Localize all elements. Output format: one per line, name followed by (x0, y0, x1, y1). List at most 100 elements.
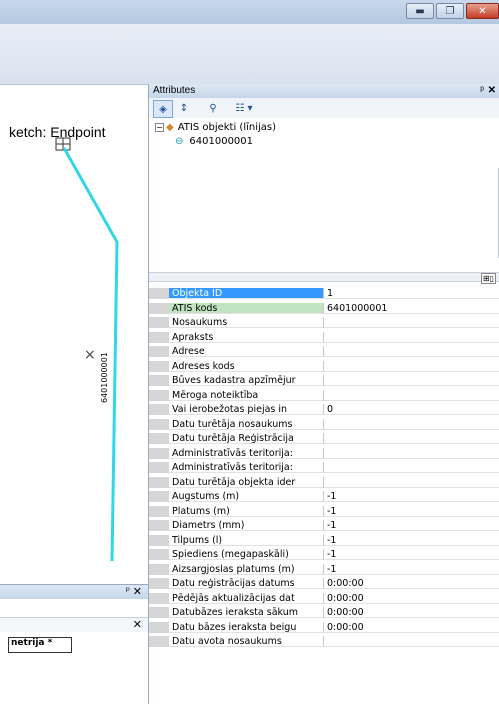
attribute-value[interactable]: 0:00:00 (324, 607, 499, 618)
window-titlebar: ▬ ❐ ✕ (0, 0, 499, 24)
options-menu-icon[interactable]: ☷ ▾ (231, 100, 257, 116)
attribute-value[interactable] (324, 448, 499, 459)
attribute-value[interactable] (324, 462, 499, 473)
attribute-value[interactable]: -1 (324, 491, 499, 502)
attribute-row[interactable]: Adreses kods (149, 360, 499, 372)
geometry-tab[interactable]: netrija * (8, 637, 72, 653)
attribute-name: Vai ierobežotas piejas in (169, 404, 324, 415)
tree-feature-node[interactable]: ⊖ 6401000001 (175, 136, 253, 147)
attribute-value[interactable] (324, 332, 499, 343)
attribute-row[interactable]: Nosaukums (149, 317, 499, 328)
attribute-row[interactable]: Vai ierobežotas piejas in 0 (149, 404, 499, 415)
attribute-row[interactable]: Administratīvās teritorija: (149, 462, 499, 473)
row-gutter (149, 462, 169, 473)
attribute-name: Administratīvās teritorija: (169, 447, 324, 459)
feature-icon: ⊖ (175, 136, 184, 147)
close-icon[interactable]: ✕ (133, 585, 142, 598)
attribute-name: Tilpums (l) (169, 534, 324, 546)
attribute-name: Adrese (169, 346, 324, 357)
attribute-value[interactable]: 0:00:00 (324, 622, 499, 633)
row-gutter (149, 288, 169, 299)
attribute-row[interactable]: Tilpums (l) -1 (149, 534, 499, 546)
attribute-row[interactable]: Datu avota nosaukums (149, 636, 499, 647)
tree-layer-node[interactable]: − ◆ ATIS objekti (līnijas) (155, 122, 276, 133)
pin-icon[interactable]: ᵖ (480, 84, 484, 98)
attribute-row[interactable]: ATIS kods 6401000001 (149, 302, 499, 314)
attribute-row[interactable]: Objekta ID 1 (149, 288, 499, 299)
attribute-name: Diametrs (mm) (169, 520, 324, 531)
attribute-value[interactable] (324, 477, 499, 488)
row-gutter (149, 534, 169, 546)
tree-feature-id: 6401000001 (189, 136, 254, 147)
attribute-name: Adreses kods (169, 360, 324, 372)
attribute-row[interactable]: Datubāzes ieraksta sākum 0:00:00 (149, 607, 499, 618)
attribute-value[interactable] (324, 361, 499, 372)
attribute-name: Mēroga noteiktība (169, 389, 324, 401)
attribute-value[interactable] (324, 636, 499, 647)
sort-icon[interactable]: ↕ (175, 100, 193, 116)
attribute-value[interactable] (324, 375, 499, 386)
row-gutter (149, 520, 169, 531)
attribute-row[interactable]: Mēroga noteiktība (149, 389, 499, 401)
identify-icon[interactable]: ⚲ (201, 100, 225, 116)
row-gutter (149, 418, 169, 430)
attribute-row[interactable]: Aizsargjoslas platums (m) -1 (149, 563, 499, 575)
minimize-icon[interactable]: ▬ (406, 3, 434, 19)
maximize-icon[interactable]: ❐ (436, 3, 464, 19)
attribute-row[interactable]: Diametrs (mm) -1 (149, 520, 499, 531)
attribute-row[interactable]: Datu turētāja nosaukums (149, 418, 499, 430)
feature-tree: − ◆ ATIS objekti (līnijas) ⊖ 6401000001 (149, 118, 499, 298)
bottom-subpanel-header: ✕ (0, 617, 148, 632)
map-canvas[interactable] (0, 85, 148, 585)
layer-icon: ◆ (166, 122, 174, 133)
attribute-value[interactable]: -1 (324, 506, 499, 517)
map-view[interactable]: ketch: Endpoint × 6401000001 (0, 84, 148, 585)
collapse-icon[interactable]: − (155, 123, 164, 132)
attribute-row[interactable]: Datu bāzes ieraksta beigu 0:00:00 (149, 621, 499, 633)
attribute-name: Administratīvās teritorija: (169, 462, 324, 473)
attribute-row[interactable]: Datu turētāja objekta ider (149, 476, 499, 488)
attribute-row[interactable]: Platums (m) -1 (149, 505, 499, 517)
attribute-row[interactable]: Būves kadastra apzīmējur (149, 375, 499, 386)
attribute-row[interactable]: Administratīvās teritorija: (149, 447, 499, 459)
attribute-row[interactable]: Spiediens (megapaskāli) -1 (149, 549, 499, 560)
close-icon[interactable]: ✕ (488, 84, 496, 98)
attribute-name: Datu turētāja objekta ider (169, 476, 324, 488)
row-gutter (149, 621, 169, 633)
attribute-value[interactable] (324, 346, 499, 357)
row-gutter (149, 360, 169, 372)
row-gutter (149, 346, 169, 357)
attribute-value[interactable]: -1 (324, 564, 499, 575)
close-icon[interactable]: ✕ (466, 3, 499, 19)
attribute-value[interactable]: 0:00:00 (324, 578, 499, 589)
pin-icon[interactable]: ᵖ (126, 586, 130, 597)
attribute-value[interactable]: 6401000001 (324, 303, 499, 314)
row-gutter (149, 389, 169, 401)
attribute-value[interactable] (324, 433, 499, 444)
attribute-value[interactable]: -1 (324, 549, 499, 560)
attribute-value[interactable] (324, 317, 499, 328)
attribute-row[interactable]: Adrese (149, 346, 499, 357)
attribute-row[interactable]: Augstums (m) -1 (149, 491, 499, 502)
list-by-layer-icon[interactable]: ◈ (153, 100, 173, 118)
attribute-value[interactable]: 0:00:00 (324, 593, 499, 604)
attribute-row[interactable]: Datu reģistrācijas datums 0:00:00 (149, 578, 499, 589)
attribute-row[interactable]: Pēdējās aktualizācijas dat 0:00:00 (149, 592, 499, 604)
row-gutter (149, 578, 169, 589)
attribute-value[interactable]: 1 (324, 288, 499, 299)
panel-splitter[interactable]: ⊞▯ (149, 272, 499, 284)
attribute-value[interactable]: -1 (324, 520, 499, 531)
cross-marker: × (84, 347, 96, 363)
split-layout-icon[interactable]: ⊞▯ (480, 273, 496, 284)
row-gutter (149, 476, 169, 488)
attribute-value[interactable]: -1 (324, 535, 499, 546)
attribute-value[interactable] (324, 419, 499, 430)
toolbar-area (0, 24, 499, 84)
close-icon[interactable]: ✕ (133, 618, 142, 631)
attribute-value[interactable] (324, 390, 499, 401)
attributes-toolbar: ◈ ↕ ⚲ ☷ ▾ (149, 98, 499, 119)
attribute-value[interactable]: 0 (324, 404, 499, 415)
row-gutter (149, 592, 169, 604)
attribute-row[interactable]: Apraksts (149, 331, 499, 343)
attribute-row[interactable]: Datu turētāja Reģistrācija (149, 433, 499, 444)
